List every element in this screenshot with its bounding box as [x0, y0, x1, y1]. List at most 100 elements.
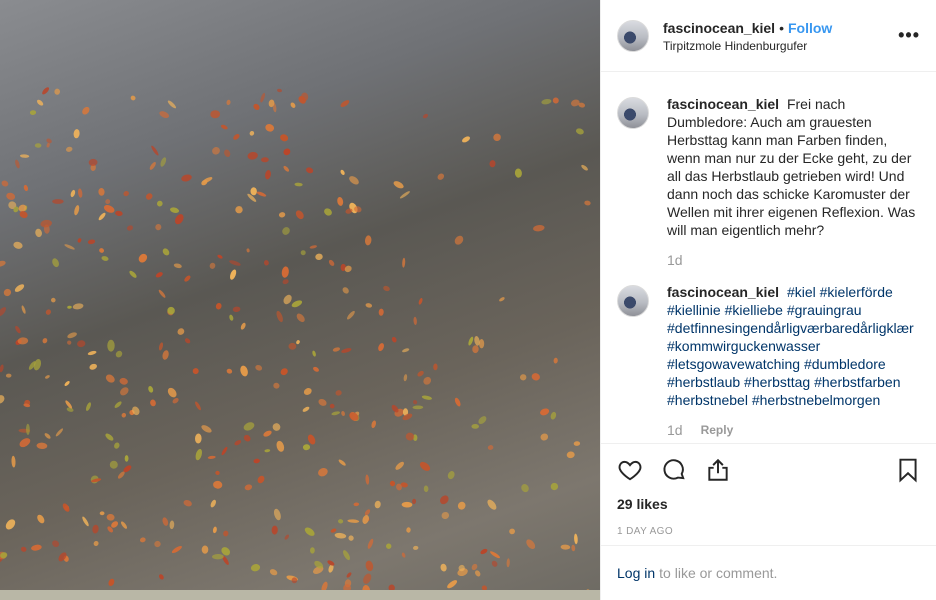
leaf-shape	[553, 357, 558, 364]
leaf-shape	[399, 191, 410, 199]
leaf-shape	[346, 572, 352, 578]
leaf-shape	[160, 157, 167, 167]
leaf-shape	[499, 297, 505, 302]
leaf-shape	[145, 193, 153, 200]
leaf-shape	[105, 199, 111, 205]
hashtag-text[interactable]: #kiel #kielerförde #kiellinie #kielliebe…	[667, 284, 914, 408]
leaf-shape	[130, 95, 136, 101]
leaf-shape	[412, 498, 417, 505]
leaf-shape	[406, 527, 411, 533]
leaf-shape	[87, 239, 96, 245]
leaf-shape	[413, 399, 418, 405]
leaf-shape	[167, 387, 177, 398]
leaf-shape	[418, 297, 423, 305]
leaf-shape	[121, 412, 127, 418]
avatar[interactable]	[617, 19, 649, 52]
username-link[interactable]: fascinocean_kiel	[663, 20, 775, 36]
leaf-shape	[172, 397, 179, 404]
leaf-shape	[491, 560, 498, 567]
avatar[interactable]	[617, 97, 649, 129]
leaf-shape	[244, 484, 253, 491]
leaf-shape	[291, 300, 303, 308]
bookmark-icon[interactable]	[895, 457, 921, 483]
leaf-shape	[269, 569, 278, 576]
leaf-shape	[309, 245, 317, 249]
comment-time[interactable]: 1d	[667, 251, 683, 269]
leaf-shape	[422, 113, 429, 119]
leaf-shape	[74, 205, 80, 216]
likes-count[interactable]: 29 likes	[617, 496, 921, 512]
more-options-icon[interactable]: •••	[898, 25, 920, 46]
leaves-overlay	[0, 87, 600, 600]
leaf-shape	[329, 403, 335, 409]
leaf-shape	[571, 544, 576, 552]
leaf-shape	[265, 170, 271, 180]
leaf-shape	[13, 241, 23, 249]
leaf-shape	[283, 148, 291, 156]
leaf-shape	[348, 535, 354, 541]
comment-username[interactable]: fascinocean_kiel	[667, 284, 779, 300]
leaf-shape	[250, 564, 261, 572]
heart-icon[interactable]	[617, 457, 643, 483]
leaf-shape	[364, 235, 372, 246]
leaf-shape	[194, 433, 202, 444]
leaf-shape	[273, 508, 281, 521]
leaf-shape	[87, 350, 97, 356]
leaf-shape	[304, 527, 315, 536]
post-photo[interactable]	[0, 0, 600, 600]
leaf-shape	[114, 442, 120, 449]
comment-time[interactable]: 1d	[667, 421, 683, 439]
leaf-shape	[437, 173, 445, 180]
leaf-shape	[42, 338, 48, 344]
leaf-shape	[98, 188, 105, 196]
share-icon[interactable]	[705, 457, 731, 483]
leaf-shape	[271, 525, 278, 535]
leaf-shape	[127, 225, 133, 231]
leaf-shape	[353, 502, 360, 507]
comments-list[interactable]: fascinocean_kiel Frei nach Dumbledore: A…	[601, 73, 936, 443]
leaf-shape	[255, 364, 263, 371]
leaf-shape	[349, 176, 359, 185]
leaf-shape	[5, 519, 16, 530]
leaf-shape	[338, 459, 346, 466]
leaf-shape	[108, 578, 115, 587]
comment-icon[interactable]	[661, 457, 687, 483]
leaf-shape	[441, 511, 450, 520]
login-link[interactable]: Log in	[617, 565, 655, 581]
leaf-shape	[52, 199, 64, 204]
leaf-shape	[288, 342, 297, 350]
post-date[interactable]: 1 DAY AGO	[617, 526, 921, 537]
leaf-shape	[306, 167, 314, 174]
leaf-shape	[82, 516, 89, 527]
leaf-shape	[6, 192, 16, 200]
leaf-shape	[207, 455, 216, 459]
caption-comment: fascinocean_kiel Frei nach Dumbledore: A…	[617, 95, 921, 269]
leaf-shape	[318, 398, 327, 406]
location-link[interactable]: Tirpitzmole Hindenburgufer	[663, 39, 898, 53]
leaf-shape	[454, 235, 464, 245]
leaf-shape	[19, 211, 28, 219]
leaf-shape	[480, 548, 488, 555]
leaf-shape	[195, 448, 203, 461]
separator-dot: •	[779, 19, 784, 36]
leaf-shape	[106, 513, 115, 521]
leaf-shape	[154, 540, 161, 548]
leaf-shape	[324, 208, 332, 216]
leaf-shape	[280, 368, 288, 376]
follow-button[interactable]: Follow	[788, 20, 832, 36]
leaf-shape	[550, 411, 557, 420]
leaf-shape	[340, 169, 345, 175]
leaf-shape	[82, 106, 90, 115]
leaf-shape	[283, 294, 292, 305]
leaf-shape	[335, 390, 342, 396]
post-header: fascinocean_kiel • Follow Tirpitzmole Hind…	[601, 0, 936, 72]
leaf-shape	[15, 159, 20, 169]
leaf-shape	[487, 499, 497, 510]
reply-button[interactable]: Reply	[701, 421, 734, 439]
avatar[interactable]	[617, 285, 649, 317]
comment-username[interactable]: fascinocean_kiel	[667, 96, 779, 112]
leaf-shape	[162, 248, 170, 256]
leaf-shape	[159, 574, 164, 580]
leaf-shape	[184, 338, 191, 344]
leaf-shape	[478, 416, 487, 425]
